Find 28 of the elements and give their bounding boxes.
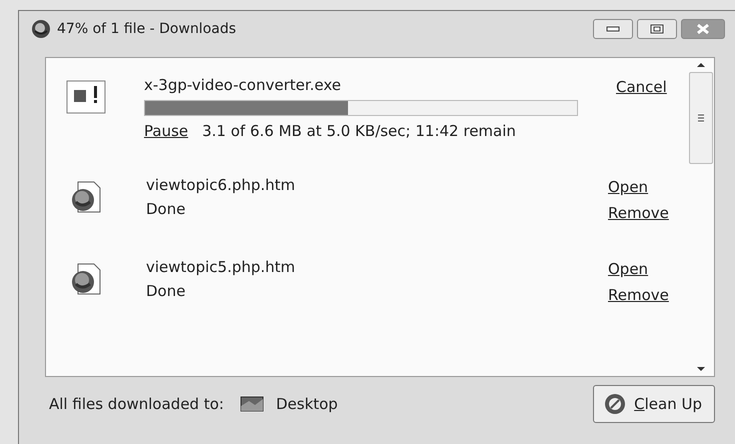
action-link[interactable]: Open — [608, 178, 678, 196]
file-name: x-3gp-video-converter.exe — [144, 76, 342, 94]
minimize-icon — [606, 26, 620, 32]
scrollbar-thumb[interactable] — [689, 72, 713, 164]
minimize-button[interactable] — [593, 19, 633, 39]
download-folder-label: All files downloaded to: — [49, 395, 224, 413]
window-title: 47% of 1 file - Downloads — [57, 21, 238, 37]
download-status: 3.1 of 6.6 MB at 5.0 KB/sec; 11:42 remain — [202, 122, 516, 140]
globe-icon — [31, 19, 51, 39]
close-icon — [695, 23, 711, 35]
scroll-up-icon[interactable] — [696, 62, 706, 68]
download-status: Done — [146, 200, 186, 218]
download-folder: Desktop — [276, 395, 338, 413]
action-link[interactable]: Remove — [608, 286, 678, 304]
action-link[interactable]: Open — [608, 260, 678, 278]
application-icon — [66, 80, 106, 114]
action-link[interactable]: Remove — [608, 204, 678, 222]
pause-link[interactable]: Pause — [144, 122, 188, 140]
maximize-icon — [650, 24, 664, 34]
file-name: viewtopic5.php.htm — [146, 258, 296, 276]
file-name: viewtopic6.php.htm — [146, 176, 296, 194]
maximize-button[interactable] — [637, 19, 677, 39]
clean-up-button[interactable]: Clean Up — [593, 385, 715, 423]
action-link[interactable]: Cancel — [616, 78, 678, 96]
scroll-down-icon[interactable] — [696, 366, 706, 372]
download-status: Done — [146, 282, 186, 300]
desktop-folder-icon — [240, 396, 264, 412]
no-sign-icon — [604, 393, 626, 415]
